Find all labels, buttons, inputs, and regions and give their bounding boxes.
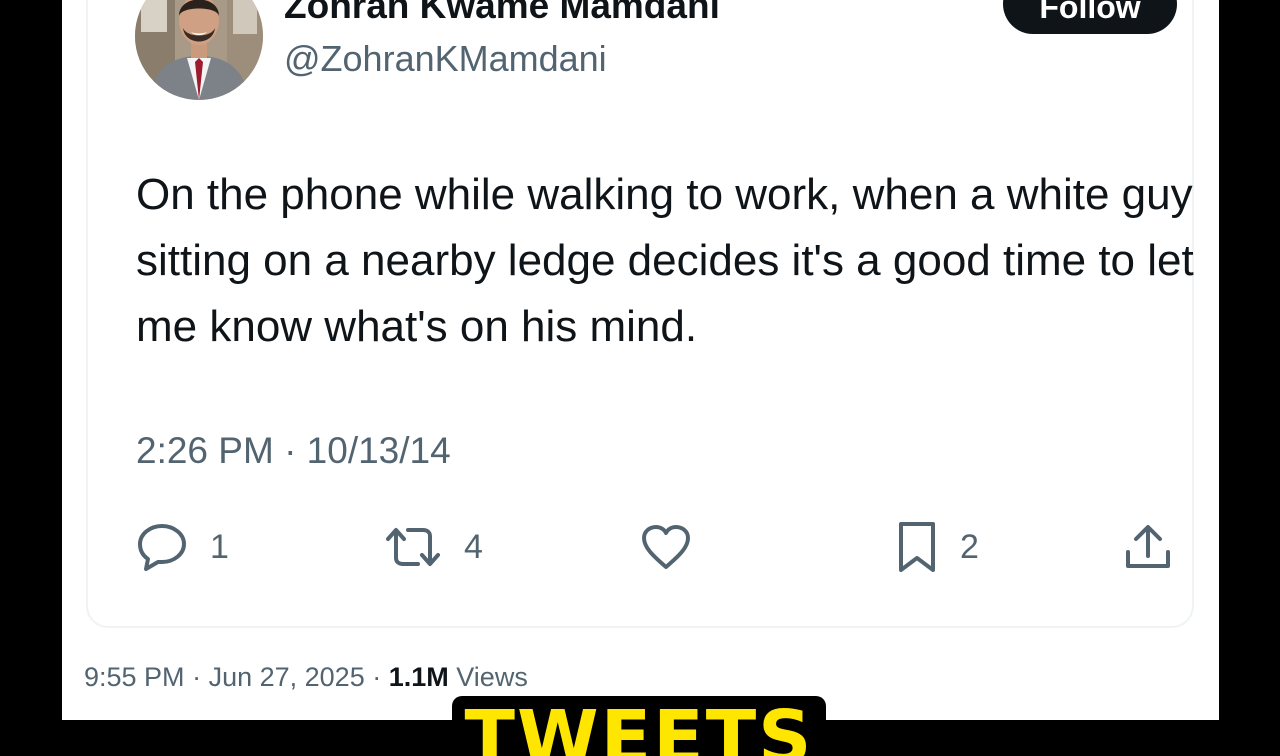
share-button[interactable] (1124, 520, 1172, 574)
avatar[interactable] (135, 0, 263, 100)
meta-separator: · (192, 662, 209, 692)
author-display-name[interactable]: Zohran Kwame Mamdani (284, 0, 720, 27)
share-icon (1124, 522, 1172, 572)
retweet-count: 4 (464, 527, 483, 566)
bookmark-count: 2 (960, 527, 979, 566)
views-count: 1.1M (388, 662, 449, 692)
meta-separator: · (372, 662, 389, 692)
tweet-text: On the phone while walking to work, when… (136, 170, 1194, 351)
bookmark-button[interactable]: 2 (896, 520, 979, 574)
views-label: Views (456, 662, 528, 692)
reply-button[interactable]: 1 (136, 520, 229, 574)
video-caption: TWEETS (452, 696, 826, 756)
embedded-tweet-card[interactable]: Zohran Kwame Mamdani @ZohranKMamdani Fol… (86, 0, 1194, 628)
avatar-image (135, 0, 263, 100)
post-time[interactable]: 9:55 PM (84, 662, 185, 692)
reply-icon (136, 522, 188, 572)
reply-count: 1 (210, 527, 229, 566)
screenshot-page: Zohran Kwame Mamdani @ZohranKMamdani Fol… (62, 0, 1219, 720)
author-handle[interactable]: @ZohranKMamdani (284, 38, 607, 80)
retweet-icon (384, 522, 442, 572)
follow-button[interactable]: Follow (1003, 0, 1177, 34)
post-meta: 9:55 PM · Jun 27, 2025 · 1.1M Views (84, 662, 528, 693)
retweet-button[interactable]: 4 (384, 520, 483, 574)
post-date[interactable]: Jun 27, 2025 (209, 662, 365, 692)
like-button[interactable] (640, 520, 692, 574)
bookmark-icon (896, 520, 938, 574)
heart-icon (640, 523, 692, 571)
tweet-timestamp[interactable]: 2:26 PM · 10/13/14 (136, 430, 451, 472)
